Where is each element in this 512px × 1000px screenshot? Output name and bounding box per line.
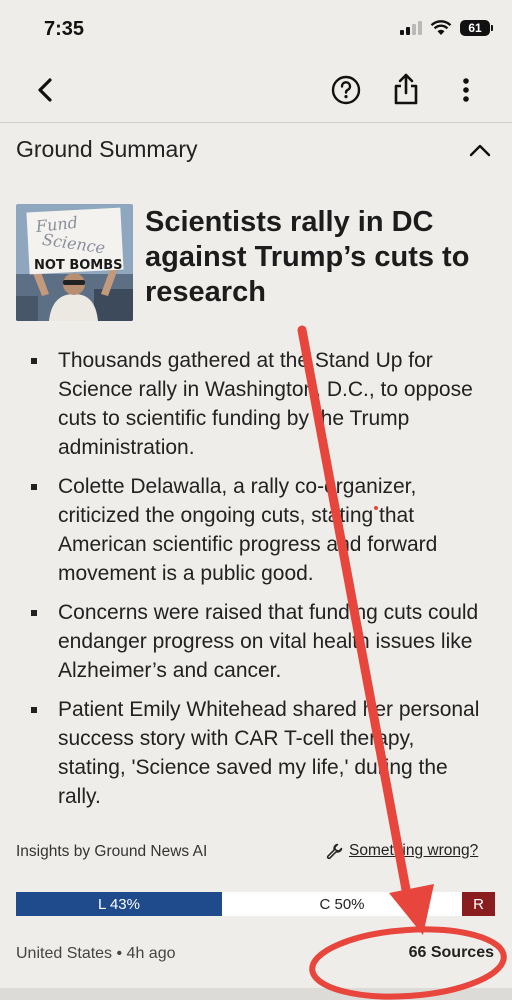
article-thumbnail[interactable]: Fund Science NOT BOMBS <box>16 204 133 321</box>
sources-link[interactable]: 66 Sources <box>409 944 494 962</box>
status-icons: 61 <box>400 20 493 36</box>
cellular-signal-icon <box>400 21 422 35</box>
bullet-text: Colette Delawalla, a rally co-organizer,… <box>58 475 438 585</box>
summary-bullet: Concerns were raised that funding cuts c… <box>0 598 512 685</box>
bias-center-segment: C 50% <box>222 892 462 916</box>
wifi-icon <box>430 20 452 35</box>
rally-photo: Fund Science NOT BOMBS <box>16 204 133 321</box>
battery-icon: 61 <box>460 20 493 36</box>
bullet-marker <box>31 610 37 616</box>
summary-bullet: Patient Emily Whitehead shared her perso… <box>0 695 512 811</box>
bullet-text: Concerns were raised that funding cuts c… <box>58 601 479 682</box>
share-icon <box>394 73 418 105</box>
status-time: 7:35 <box>44 18 85 40</box>
toolbar-divider <box>0 122 512 123</box>
bullet-text: Patient Emily Whitehead shared her perso… <box>58 698 480 808</box>
more-vertical-icon <box>463 78 469 102</box>
summary-bullet: Colette Delawalla, a rally co-organizer,… <box>0 472 512 588</box>
question-circle-icon <box>331 75 361 105</box>
summary-section-header[interactable]: Ground Summary <box>0 128 512 172</box>
back-button[interactable] <box>30 74 62 106</box>
collapse-button[interactable] <box>466 138 494 162</box>
bottom-strip <box>0 988 512 1000</box>
chevron-left-icon <box>38 78 52 102</box>
summary-bullet: Thousands gathered at the Stand Up for S… <box>0 346 512 462</box>
story-meta: United States • 4h ago <box>16 945 176 962</box>
status-bar: 7:35 61 <box>0 0 512 60</box>
bullet-marker <box>31 358 37 364</box>
sign-text-line-3: NOT BOMBS <box>34 258 123 273</box>
summary-bullet-list: Thousands gathered at the Stand Up for S… <box>0 346 512 821</box>
more-options-button[interactable] <box>452 74 480 106</box>
battery-level: 61 <box>468 21 482 35</box>
bias-left-segment: L 43% <box>16 892 222 916</box>
bullet-marker <box>31 484 37 490</box>
section-title: Ground Summary <box>16 136 198 162</box>
share-button[interactable] <box>390 72 422 106</box>
wrench-icon <box>326 843 343 859</box>
bias-right-segment: R <box>462 892 495 916</box>
bullet-marker <box>31 707 37 713</box>
bullet-text: Thousands gathered at the Stand Up for S… <box>58 349 473 459</box>
bias-distribution-bar[interactable]: L 43% C 50% R <box>16 892 495 916</box>
help-button[interactable] <box>330 74 362 106</box>
article-headline[interactable]: Scientists rally in DC against Trump’s c… <box>145 205 495 310</box>
insights-label: Insights by Ground News AI <box>16 843 208 860</box>
chevron-up-icon <box>469 144 491 157</box>
something-wrong-text: Something wrong? <box>349 842 479 859</box>
something-wrong-link[interactable]: Something wrong? <box>326 842 478 860</box>
top-toolbar <box>0 62 512 118</box>
